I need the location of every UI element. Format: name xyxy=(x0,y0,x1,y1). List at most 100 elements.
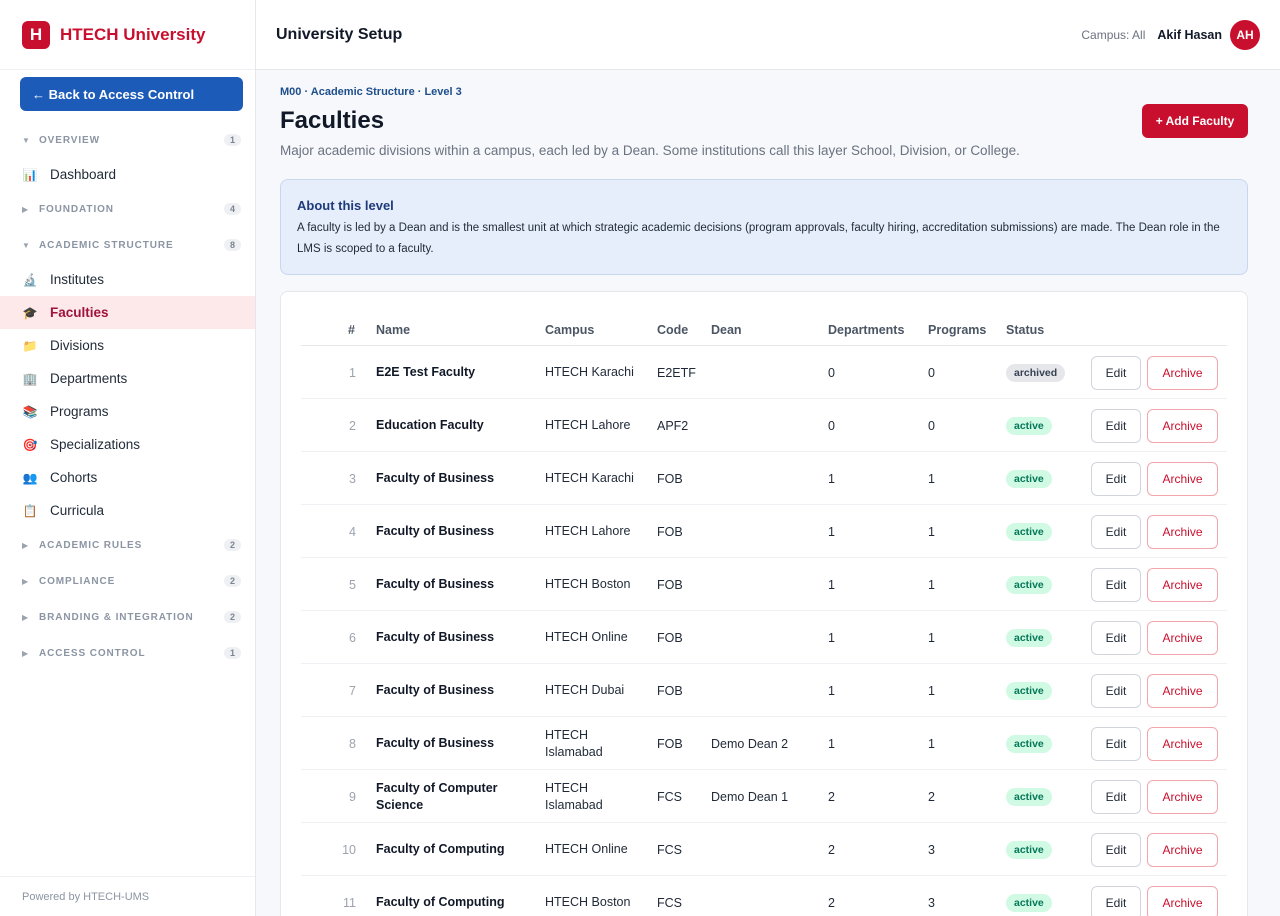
archive-button[interactable]: Archive xyxy=(1147,673,1218,708)
sidebar-item-programs[interactable]: 📚 Programs xyxy=(0,395,255,428)
sidebar-item-label: Curricula xyxy=(50,503,105,518)
nav-section-overview[interactable]: ▼ OVERVIEW 1 xyxy=(0,122,255,158)
status-badge: active xyxy=(1006,628,1052,647)
row-number: 2 xyxy=(349,418,356,433)
archive-cell: Archive xyxy=(1147,558,1218,611)
faculty-programs: 1 xyxy=(928,577,935,592)
sidebar-item-institutes[interactable]: 🔬 Institutes xyxy=(0,263,255,296)
edit-button[interactable]: Edit xyxy=(1091,832,1141,867)
edit-button[interactable]: Edit xyxy=(1091,355,1141,390)
sidebar-item-departments[interactable]: 🏢 Departments xyxy=(0,362,255,395)
sidebar-item-cohorts[interactable]: 👥 Cohorts xyxy=(0,461,255,494)
col-header-campus[interactable]: Campus xyxy=(545,323,594,337)
nav-section-count: 2 xyxy=(223,575,241,587)
avatar[interactable]: AH xyxy=(1230,19,1260,50)
user-name[interactable]: Akif Hasan xyxy=(1157,28,1222,42)
archive-cell: Archive xyxy=(1147,505,1218,558)
faculty-programs: 1 xyxy=(928,736,935,751)
status-cell: active xyxy=(1006,823,1052,876)
archive-button[interactable]: Archive xyxy=(1147,567,1218,602)
status-badge: active xyxy=(1006,522,1052,541)
faculty-name: Faculty of Business xyxy=(376,630,495,644)
faculty-code: FOB xyxy=(657,524,683,539)
faculty-name: Faculty of Business xyxy=(376,471,495,485)
edit-button[interactable]: Edit xyxy=(1091,461,1141,496)
caret-down-icon: ▼ xyxy=(22,240,31,250)
sidebar-item-specializations[interactable]: 🎯 Specializations xyxy=(0,428,255,461)
col-header-departments[interactable]: Departments xyxy=(828,323,904,337)
campus-filter[interactable]: Campus: All xyxy=(1081,28,1145,42)
col-header-status[interactable]: Status xyxy=(1006,323,1044,337)
divisions-icon: 📁 xyxy=(22,338,38,353)
back-to-access-control-button[interactable]: ← Back to Access Control xyxy=(20,77,243,111)
status-cell: active xyxy=(1006,399,1052,452)
faculty-departments: 1 xyxy=(828,736,835,751)
edit-button[interactable]: Edit xyxy=(1091,567,1141,602)
archive-button[interactable]: Archive xyxy=(1147,726,1218,761)
nav-section-count: 1 xyxy=(223,647,241,659)
brand[interactable]: H HTECH University xyxy=(0,0,255,70)
sidebar-item-divisions[interactable]: 📁 Divisions xyxy=(0,329,255,362)
status-cell: active xyxy=(1006,452,1052,505)
status-badge: active xyxy=(1006,681,1052,700)
nav-section-branding-integration[interactable]: ▶ BRANDING & INTEGRATION 2 xyxy=(0,599,255,635)
faculty-campus: HTECH Boston xyxy=(545,895,631,909)
faculty-code: FOB xyxy=(657,683,683,698)
sidebar-item-dashboard[interactable]: 📊 Dashboard xyxy=(0,158,255,191)
nav-section-compliance[interactable]: ▶ COMPLIANCE 2 xyxy=(0,563,255,599)
archive-button[interactable]: Archive xyxy=(1147,620,1218,655)
archive-cell: Archive xyxy=(1147,346,1218,399)
faculty-code: FOB xyxy=(657,471,683,486)
archive-button[interactable]: Archive xyxy=(1147,832,1218,867)
edit-button[interactable]: Edit xyxy=(1091,779,1141,814)
nav-section-academic-structure[interactable]: ▼ ACADEMIC STRUCTURE 8 xyxy=(0,227,255,263)
sidebar-item-curricula[interactable]: 📋 Curricula xyxy=(0,494,255,527)
archive-button[interactable]: Archive xyxy=(1147,461,1218,496)
status-cell: active xyxy=(1006,717,1052,770)
table-row: 7 Faculty of Business HTECH Dubai FOB 1 1 acti… xyxy=(301,664,1227,717)
nav-section-label: ACADEMIC STRUCTURE xyxy=(39,239,174,251)
nav-section-access-control[interactable]: ▶ ACCESS CONTROL 1 xyxy=(0,635,255,671)
status-cell: active xyxy=(1006,558,1052,611)
faculty-programs: 2 xyxy=(928,789,935,804)
col-header-code[interactable]: Code xyxy=(657,323,688,337)
faculty-departments: 1 xyxy=(828,524,835,539)
add-faculty-button[interactable]: + Add Faculty xyxy=(1142,104,1248,138)
table-row: 6 Faculty of Business HTECH Online FOB 1 1 act… xyxy=(301,611,1227,664)
faculty-campus: HTECH Dubai xyxy=(545,683,625,697)
col-header-dean[interactable]: Dean xyxy=(711,323,742,337)
brand-logo: H xyxy=(22,20,50,49)
edit-button[interactable]: Edit xyxy=(1091,885,1141,916)
nav-section-academic-rules[interactable]: ▶ ACADEMIC RULES 2 xyxy=(0,527,255,563)
archive-button[interactable]: Archive xyxy=(1147,408,1218,443)
nav-section-count: 4 xyxy=(223,203,241,215)
archive-button[interactable]: Archive xyxy=(1147,885,1218,916)
edit-button[interactable]: Edit xyxy=(1091,620,1141,655)
table-row: 10 Faculty of Computing HTECH Online FCS 2 3 a… xyxy=(301,823,1227,876)
archive-button[interactable]: Archive xyxy=(1147,514,1218,549)
sidebar-item-faculties[interactable]: 🎓 Faculties xyxy=(0,296,255,329)
specializations-icon: 🎯 xyxy=(22,437,38,452)
faculty-programs: 0 xyxy=(928,365,935,380)
faculty-name: Faculty of Business xyxy=(376,577,495,591)
edit-button[interactable]: Edit xyxy=(1091,514,1141,549)
faculty-name: Education Faculty xyxy=(376,418,484,432)
sidebar-item-label: Programs xyxy=(50,404,109,419)
archive-button[interactable]: Archive xyxy=(1147,779,1218,814)
nav-section-foundation[interactable]: ▶ FOUNDATION 4 xyxy=(0,191,255,227)
nav-section-label: BRANDING & INTEGRATION xyxy=(39,611,194,623)
institutes-icon: 🔬 xyxy=(22,272,38,287)
faculty-departments: 1 xyxy=(828,683,835,698)
edit-button[interactable]: Edit xyxy=(1091,673,1141,708)
status-badge: active xyxy=(1006,893,1052,912)
sidebar-item-label: Faculties xyxy=(50,305,109,320)
archive-button[interactable]: Archive xyxy=(1147,355,1218,390)
col-header-programs[interactable]: Programs xyxy=(928,323,986,337)
edit-button[interactable]: Edit xyxy=(1091,408,1141,443)
faculty-name: Faculty of Computing xyxy=(376,895,505,909)
faculty-departments: 1 xyxy=(828,471,835,486)
col-header-name[interactable]: Name xyxy=(376,323,410,337)
faculty-name: Faculty of Business xyxy=(376,736,495,750)
edit-button[interactable]: Edit xyxy=(1091,726,1141,761)
faculty-name: Faculty of Business xyxy=(376,683,495,697)
